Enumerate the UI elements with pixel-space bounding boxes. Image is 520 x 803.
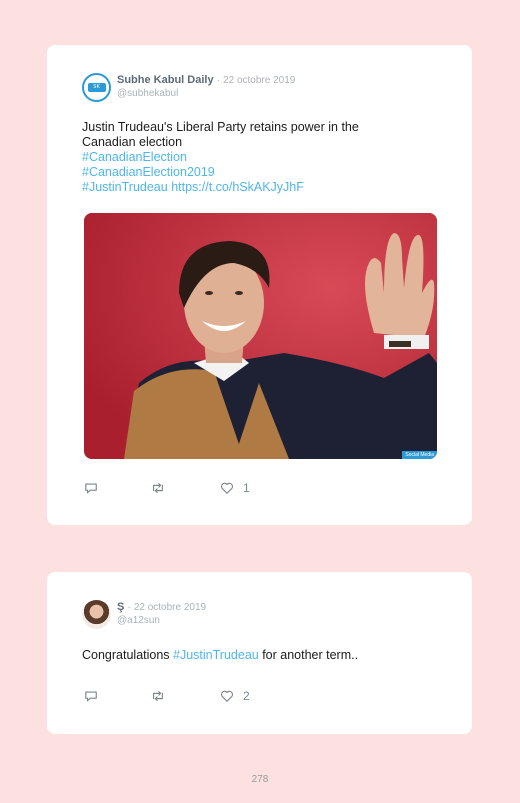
avatar[interactable] bbox=[82, 600, 111, 629]
avatar[interactable]: SK bbox=[82, 73, 111, 102]
tweet-text-end: for another term.. bbox=[258, 648, 359, 662]
author-block: Subhe Kabul Daily · 22 octobre 2019 @sub… bbox=[117, 73, 295, 100]
tweet-text-line: Justin Trudeau's Liberal Party retains p… bbox=[82, 120, 359, 134]
heart-icon bbox=[220, 482, 234, 494]
handle[interactable]: @a12sun bbox=[117, 614, 206, 627]
like-button[interactable]: 1 bbox=[220, 481, 250, 495]
retweet-icon bbox=[153, 691, 163, 701]
tweet-actions: 1 bbox=[84, 481, 250, 495]
handle[interactable]: @subhekabul bbox=[117, 87, 295, 100]
hashtag-link[interactable]: #JustinTrudeau bbox=[173, 648, 259, 662]
reply-button[interactable] bbox=[84, 481, 151, 495]
retweet-icon bbox=[153, 483, 163, 493]
logo-icon: SK bbox=[87, 83, 106, 92]
heart-icon bbox=[220, 690, 234, 702]
url-link[interactable]: https://t.co/hSkAKJyJhF bbox=[171, 180, 304, 194]
photo-illustration bbox=[84, 213, 437, 459]
tweet-header: SK Subhe Kabul Daily · 22 octobre 2019 @… bbox=[82, 73, 295, 102]
tweet-text-line: Canadian election bbox=[82, 135, 183, 149]
hashtag-link[interactable]: #CanadianElection2019 bbox=[82, 165, 215, 179]
display-name[interactable]: Subhe Kabul Daily bbox=[117, 74, 214, 86]
tweet-card-a12sun[interactable]: Ş · 22 octobre 2019 @a12sun Congratulati… bbox=[47, 572, 472, 734]
like-count: 1 bbox=[243, 481, 250, 495]
retweet-button[interactable] bbox=[151, 689, 220, 703]
page-number: 278 bbox=[251, 774, 269, 785]
display-name[interactable]: Ş bbox=[117, 601, 124, 613]
tweet-text: Justin Trudeau's Liberal Party retains p… bbox=[82, 120, 412, 195]
separator: · bbox=[127, 602, 131, 613]
like-button[interactable]: 2 bbox=[220, 689, 250, 703]
tweet-date[interactable]: 22 octobre 2019 bbox=[134, 602, 206, 613]
tweet-date[interactable]: 22 octobre 2019 bbox=[223, 75, 295, 86]
hashtag-link[interactable]: #JustinTrudeau bbox=[82, 180, 168, 194]
separator: · bbox=[216, 75, 220, 86]
hashtag-link[interactable]: #CanadianElection bbox=[82, 150, 187, 164]
retweet-button[interactable] bbox=[151, 481, 220, 495]
image-credit: Social Media bbox=[402, 451, 437, 459]
tweet-text-start: Congratulations bbox=[82, 648, 174, 662]
like-count: 2 bbox=[243, 689, 250, 703]
tweet-text: Congratulations #JustinTrudeau for anoth… bbox=[82, 648, 358, 662]
tweet-image[interactable]: Social Media bbox=[84, 213, 437, 459]
tweet-actions: 2 bbox=[84, 689, 250, 703]
reply-button[interactable] bbox=[84, 689, 151, 703]
reply-icon bbox=[85, 483, 97, 494]
tweet-card-subhekabul[interactable]: SK Subhe Kabul Daily · 22 octobre 2019 @… bbox=[47, 45, 472, 525]
tweet-header: Ş · 22 octobre 2019 @a12sun bbox=[82, 600, 206, 629]
reply-icon bbox=[85, 691, 97, 702]
author-block: Ş · 22 octobre 2019 @a12sun bbox=[117, 600, 206, 627]
